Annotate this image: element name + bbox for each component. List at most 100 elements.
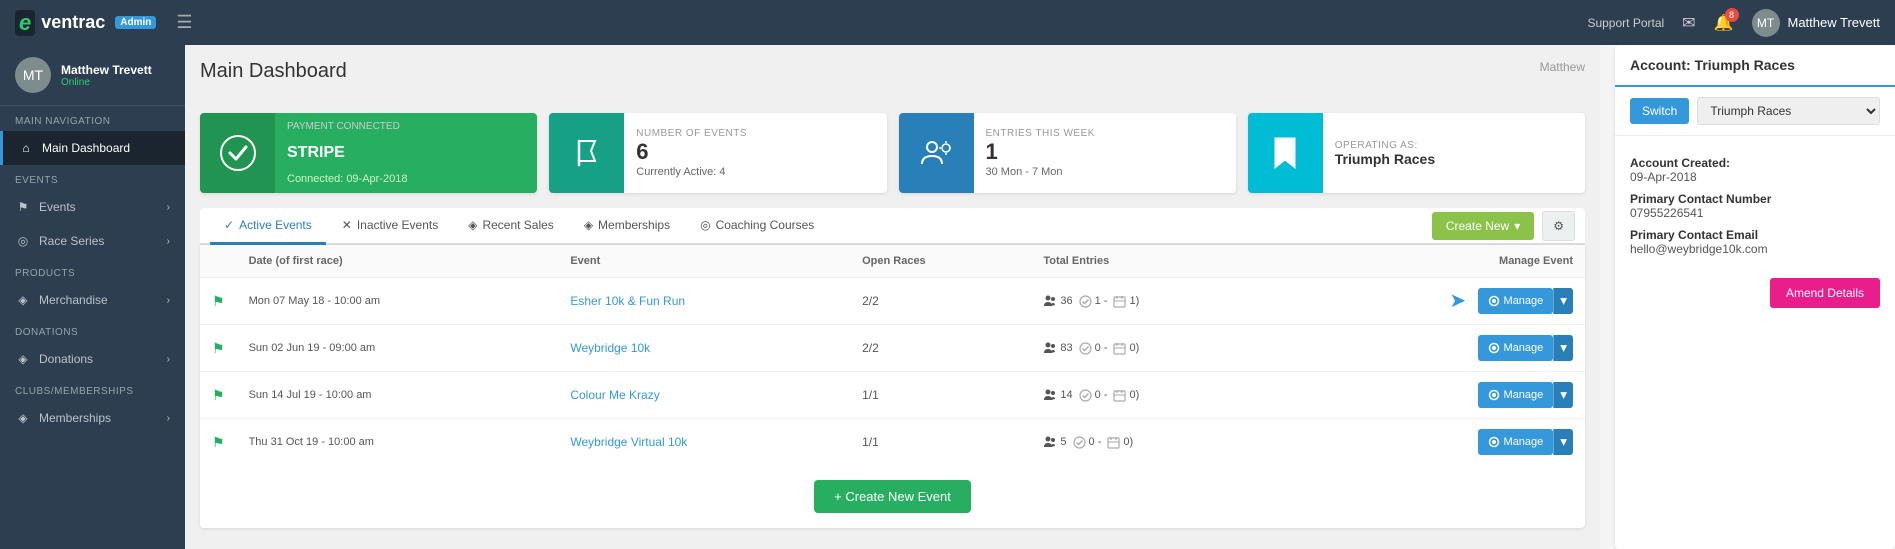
tab-inactive-events[interactable]: ✕ Inactive Events <box>328 208 452 245</box>
open-races-cell: 2/2 <box>850 325 1031 372</box>
manage-dropdown-button[interactable]: ▾ <box>1553 335 1573 361</box>
arrow-blue-icon: ➤ <box>1449 290 1466 312</box>
total-entries-cell: 14 0 - 0) <box>1031 372 1279 419</box>
logo-e-icon: e <box>15 10 35 36</box>
manage-button[interactable]: Manage <box>1478 429 1554 455</box>
manage-button[interactable]: Manage <box>1478 288 1554 314</box>
support-portal-link[interactable]: Support Portal <box>1587 16 1664 30</box>
date-cell: Thu 31 Oct 19 - 10:00 am <box>237 419 559 466</box>
operating-value: Triumph Races <box>1335 151 1573 167</box>
check-badge: 1 - <box>1079 295 1108 308</box>
open-races-cell: 2/2 <box>850 278 1031 325</box>
tab-coaching[interactable]: ◎ Coaching Courses <box>686 208 828 245</box>
manage-cell: Manage ▾ <box>1280 419 1586 466</box>
logo: e ventrac Admin <box>15 10 156 36</box>
tab-inactive-events-label: Inactive Events <box>357 218 438 232</box>
settings-button[interactable]: ⚙ <box>1542 211 1575 241</box>
notifications-badge: 8 <box>1725 8 1739 22</box>
event-cell: Weybridge Virtual 10k <box>558 419 850 466</box>
tab-recent-sales[interactable]: ◈ Recent Sales <box>454 208 568 245</box>
event-link[interactable]: Esher 10k & Fun Run <box>570 294 685 308</box>
total-entries-cell: 36 1 - 1) <box>1031 278 1279 325</box>
sidebar-item-dashboard[interactable]: ⌂ Main Dashboard <box>0 131 185 165</box>
donations-icon: ◈ <box>15 352 31 366</box>
tabs-right-actions: Create New ▾ ⚙ <box>1432 211 1575 241</box>
people-badge: 5 <box>1043 435 1066 449</box>
total-entries-cell: 83 0 - 0) <box>1031 325 1279 372</box>
sidebar-item-memberships-label: Memberships <box>39 411 111 425</box>
payment-check-icon <box>200 113 275 193</box>
manage-button[interactable]: Manage <box>1478 382 1554 408</box>
sidebar: MT Matthew Trevett Online MAIN NAVIGATIO… <box>0 45 185 549</box>
sidebar-section-donations: Donations <box>0 317 185 342</box>
account-select[interactable]: Triumph Races <box>1697 97 1880 125</box>
manage-cell: ➤ Manage ▾ <box>1280 278 1586 325</box>
events-label: NUMBER OF EVENTS <box>636 128 874 139</box>
create-new-event-button[interactable]: + Create New Event <box>814 480 971 513</box>
user-avatar: MT <box>1752 9 1780 37</box>
create-new-label: Create New <box>1446 219 1509 233</box>
flag-cell: ⚑ <box>200 325 237 372</box>
sidebar-item-race-series-label: Race Series <box>39 234 104 248</box>
date-cell: Sun 14 Jul 19 - 10:00 am <box>237 372 559 419</box>
event-cell: Esher 10k & Fun Run <box>558 278 850 325</box>
total-entries-cell: 5 0 - 0) <box>1031 419 1279 466</box>
check-badge: 0 - <box>1079 342 1108 355</box>
sidebar-item-memberships[interactable]: ◈ Memberships › <box>0 401 185 435</box>
inactive-events-x-icon: ✕ <box>342 218 352 232</box>
tab-active-events[interactable]: ✓ Active Events <box>210 208 326 245</box>
race-series-icon: ◎ <box>15 234 31 248</box>
create-new-button[interactable]: Create New ▾ <box>1432 212 1534 240</box>
table-row: ⚑ Thu 31 Oct 19 - 10:00 am Weybridge Vir… <box>200 419 1585 466</box>
events-card-body: NUMBER OF EVENTS 6 Currently Active: 4 <box>624 113 886 193</box>
event-link[interactable]: Colour Me Krazy <box>570 388 659 402</box>
email-label: Primary Contact Email <box>1630 228 1880 242</box>
col-header-open-races: Open Races <box>850 245 1031 278</box>
tab-coaching-label: Coaching Courses <box>716 218 815 232</box>
payment-label: PAYMENT CONNECTED <box>287 121 525 132</box>
tab-active-events-label: Active Events <box>239 218 312 232</box>
cal-badge: 0) <box>1113 389 1139 402</box>
event-link[interactable]: Weybridge 10k <box>570 341 650 355</box>
payment-value: STRIPE <box>287 144 525 162</box>
payment-connected: Connected: 09-Apr-2018 <box>287 173 525 185</box>
entries-card-body: ENTRIES THIS WEEK 1 30 Mon - 7 Mon <box>974 113 1236 193</box>
stat-card-events: NUMBER OF EVENTS 6 Currently Active: 4 <box>549 113 886 193</box>
operating-card-body: OPERATING AS: Triumph Races <box>1323 113 1585 193</box>
event-link[interactable]: Weybridge Virtual 10k <box>570 435 687 449</box>
page-title: Main Dashboard <box>200 60 347 83</box>
user-menu[interactable]: MT Matthew Trevett <box>1752 9 1880 37</box>
sidebar-item-events[interactable]: ⚑ Events › <box>0 190 185 224</box>
amend-details-button[interactable]: Amend Details <box>1770 278 1880 308</box>
col-header-date-label: Date (of first race) <box>237 245 559 278</box>
manage-dropdown-button[interactable]: ▾ <box>1553 288 1573 314</box>
sidebar-item-merchandise[interactable]: ◈ Merchandise › <box>0 283 185 317</box>
cal-badge: 0) <box>1113 342 1139 355</box>
table-header-row: Date (of first race) Event Open Races To… <box>200 245 1585 278</box>
cal-badge: 1) <box>1113 295 1139 308</box>
manage-dropdown-button[interactable]: ▾ <box>1553 429 1573 455</box>
tab-memberships[interactable]: ◈ Memberships <box>570 208 684 245</box>
sidebar-user-details: Matthew Trevett Online <box>61 63 152 88</box>
manage-button[interactable]: Manage <box>1478 335 1554 361</box>
event-cell: Colour Me Krazy <box>558 372 850 419</box>
events-flag-icon <box>549 113 624 193</box>
sidebar-item-race-series[interactable]: ◎ Race Series › <box>0 224 185 258</box>
entries-value: 1 <box>986 139 1224 165</box>
col-header-event: Event <box>558 245 850 278</box>
chevron-right-icon4: › <box>167 354 170 365</box>
manage-dropdown-button[interactable]: ▾ <box>1553 382 1573 408</box>
hamburger-icon[interactable]: ☰ <box>176 12 192 33</box>
events-sub: Currently Active: 4 <box>636 166 874 178</box>
email-icon-btn[interactable]: ✉ <box>1682 13 1695 33</box>
right-panel: Account: Triumph Races Switch Triumph Ra… <box>1615 45 1895 549</box>
col-header-manage: Manage Event <box>1280 245 1586 278</box>
table-row: ⚑ Sun 14 Jul 19 - 10:00 am Colour Me Kra… <box>200 372 1585 419</box>
sidebar-item-dashboard-label: Main Dashboard <box>42 141 130 155</box>
notifications-icon-btn[interactable]: 🔔 8 <box>1714 13 1734 33</box>
sidebar-item-donations[interactable]: ◈ Donations › <box>0 342 185 376</box>
switch-button[interactable]: Switch <box>1630 98 1689 124</box>
row-flag-icon: ⚑ <box>212 293 225 309</box>
contact-label: Primary Contact Number <box>1630 192 1880 206</box>
events-table: Date (of first race) Event Open Races To… <box>200 245 1585 465</box>
